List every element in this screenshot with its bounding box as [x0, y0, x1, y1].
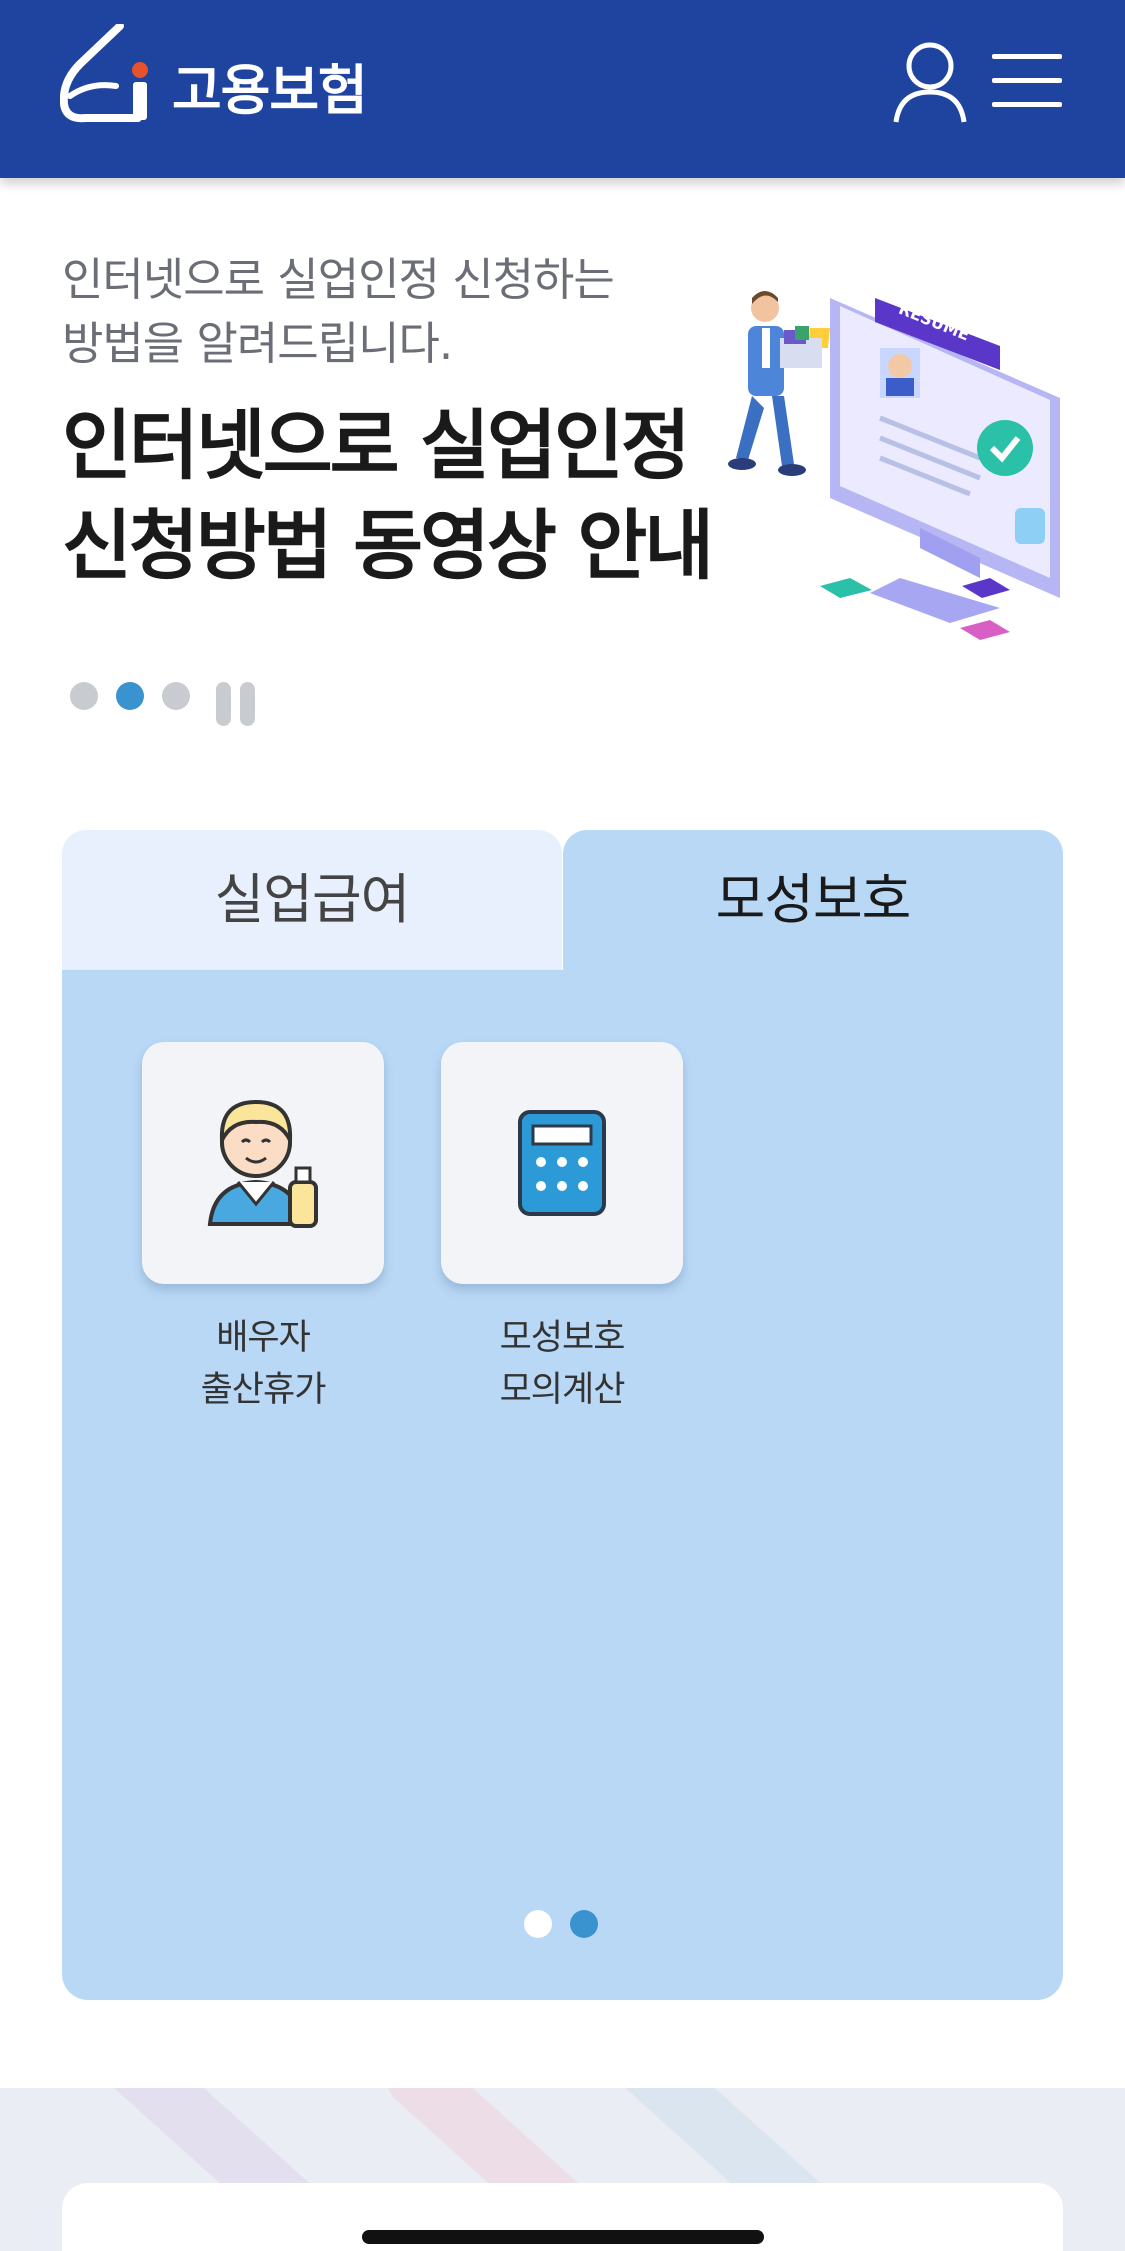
- card-label-line: 모성보호: [499, 1318, 626, 1358]
- brand-name[interactable]: 고용보험: [172, 46, 368, 125]
- card-label: 배우자 출산휴가: [142, 1312, 384, 1416]
- benefit-tabs: 실업급여 모성보호: [62, 830, 1063, 970]
- card-icon-box[interactable]: [142, 1042, 384, 1284]
- home-indicator: [362, 2230, 764, 2244]
- calculator-icon: [518, 1110, 606, 1216]
- user-icon[interactable]: [892, 40, 968, 124]
- card-label-line: 출산휴가: [200, 1370, 327, 1410]
- parent-with-baby-bottle-icon: [207, 1099, 318, 1228]
- card-icon-box[interactable]: [441, 1042, 683, 1284]
- app-header: 고용보험: [0, 0, 1125, 178]
- tab-maternity-protection[interactable]: 모성보호: [563, 830, 1063, 970]
- ei-logo-icon[interactable]: [60, 24, 150, 124]
- banner-subtitle: 인터넷으로 실업인정 신청하는 방법을 알려드립니다.: [62, 248, 702, 376]
- panel-pagination: [524, 1910, 604, 1950]
- banner-pagination: [70, 678, 290, 726]
- banner-title-line: 인터넷으로 실업인정: [62, 401, 691, 490]
- panel-dot-active[interactable]: [570, 1910, 598, 1938]
- banner-subtitle-line: 방법을 알려드립니다.: [62, 317, 453, 370]
- menu-card-maternity-calculator[interactable]: 모성보호 모의계산: [441, 1042, 683, 1416]
- promo-banner[interactable]: 인터넷으로 실업인정 신청하는 방법을 알려드립니다. 인터넷으로 실업인정 신…: [0, 178, 1125, 738]
- banner-dot[interactable]: [162, 682, 190, 710]
- card-label-line: 배우자: [216, 1318, 311, 1358]
- hamburger-menu-icon[interactable]: [992, 50, 1064, 110]
- banner-title: 인터넷으로 실업인정 신청방법 동영상 안내: [62, 396, 742, 596]
- banner-title-line: 신청방법 동영상 안내: [62, 501, 714, 590]
- tab-panel: 배우자 출산휴가 모성보호 모의계산: [62, 970, 1063, 2000]
- panel-dot[interactable]: [524, 1910, 552, 1938]
- card-label: 모성보호 모의계산: [441, 1312, 683, 1416]
- card-label-line: 모의계산: [499, 1370, 626, 1410]
- tab-unemployment-benefit[interactable]: 실업급여: [62, 830, 562, 970]
- banner-dot-active[interactable]: [116, 682, 144, 710]
- pause-icon[interactable]: [216, 682, 258, 726]
- banner-dot[interactable]: [70, 682, 98, 710]
- resume-monitor-illustration: RESUME: [728, 291, 1060, 640]
- banner-subtitle-line: 인터넷으로 실업인정 신청하는: [62, 253, 615, 306]
- menu-card-spouse-maternity-leave[interactable]: 배우자 출산휴가: [142, 1042, 384, 1416]
